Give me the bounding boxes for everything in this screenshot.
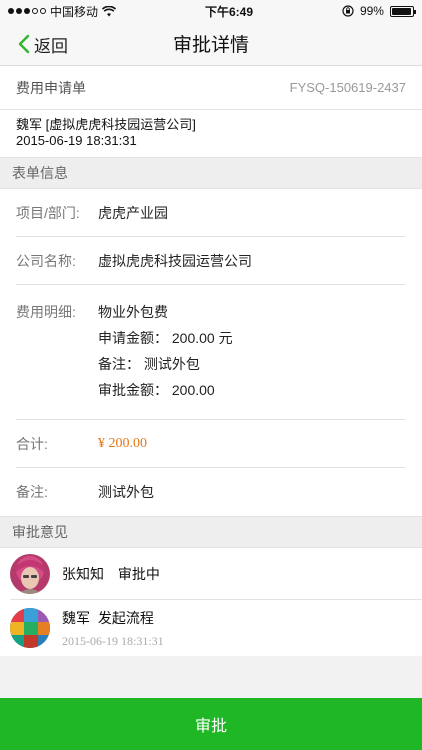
form-section-title: 表单信息 — [0, 157, 422, 189]
project-value: 虎虎产业园 — [98, 204, 168, 221]
detail-item: 物业外包费 — [98, 304, 168, 320]
status-right: 99% — [342, 4, 416, 18]
remark-value: 测试外包 — [98, 484, 154, 500]
applicant-info: 魏军 [虚拟虎虎科技园运营公司] 2015-06-19 18:31:31 — [0, 110, 422, 157]
total-label: 合计: — [16, 435, 48, 452]
rotation-lock-icon — [342, 5, 354, 17]
detail-remark: 备注： 测试外包 — [98, 356, 200, 372]
avatar — [10, 608, 50, 648]
approver-name: 张知知 — [62, 565, 104, 582]
remark-label: 备注: — [16, 484, 48, 500]
status-bar: 中国移动 下午6:49 99% — [0, 0, 422, 22]
status-time: 下午6:49 — [204, 4, 253, 19]
approver-name-line: 张知知 审批中 — [62, 564, 160, 584]
total-amount: ¥ 200.00 — [98, 435, 147, 451]
document-type: 费用申请单 — [16, 79, 86, 96]
detail-label: 费用明细: — [16, 304, 76, 320]
carrier-label: 中国移动 — [50, 4, 99, 19]
document-number: FYSQ-150619-2437 — [289, 80, 406, 95]
company-row: 公司名称: 虚拟虎虎科技园运营公司 — [16, 237, 406, 285]
company-value: 虚拟虎虎科技园运营公司 — [98, 252, 252, 269]
approver-status: 发起流程 — [97, 609, 154, 626]
opinion-section-title: 审批意见 — [0, 516, 422, 548]
approver-name: 魏军 — [62, 609, 90, 626]
avatar — [10, 553, 50, 594]
approver-item[interactable]: 魏军 发起流程 2015-06-19 18:31:31 — [10, 600, 422, 656]
approver-status: 审批中 — [117, 565, 160, 582]
signal-icon — [8, 8, 46, 14]
detail-apply-amount: 申请金额： 200.00 元 — [98, 330, 233, 346]
back-button[interactable]: 返回 — [18, 22, 68, 66]
company-label: 公司名称: — [16, 252, 76, 269]
battery-icon — [389, 5, 416, 17]
project-label: 项目/部门: — [16, 204, 80, 221]
status-left: 中国移动 — [8, 3, 117, 20]
remark-row: 备注: 测试外包 — [16, 468, 406, 516]
opinion-section: 张知知 审批中 魏军 发起流程 2015-06-19 18:31:31 — [0, 548, 422, 656]
back-label: 返回 — [34, 36, 68, 56]
wifi-icon — [102, 5, 117, 16]
battery-percent: 99% — [359, 4, 384, 18]
detail-approve-amount: 审批金额： 200.00 — [98, 382, 215, 398]
document-type-row: 费用申请单 FYSQ-150619-2437 — [0, 66, 422, 110]
approver-item[interactable]: 张知知 审批中 — [10, 548, 422, 600]
document-header: 费用申请单 FYSQ-150619-2437 魏军 [虚拟虎虎科技园运营公司] … — [0, 66, 422, 157]
detail-lines: 物业外包费 申请金额： 200.00 元 备注： 测试外包 审批金额： 200.… — [98, 299, 233, 403]
total-row: 合计: ¥ 200.00 — [16, 420, 406, 468]
approver-name-line: 魏军 发起流程 — [62, 608, 164, 628]
navigation-bar: 返回 审批详情 — [0, 22, 422, 66]
form-section: 项目/部门: 虎虎产业园 公司名称: 虚拟虎虎科技园运营公司 费用明细: 物业外… — [0, 189, 422, 516]
applicant-date: 2015-06-19 18:31:31 — [16, 133, 137, 148]
approver-info: 魏军 发起流程 2015-06-19 18:31:31 — [62, 608, 164, 649]
applicant-name: 魏军 [虚拟虎虎科技园运营公司] — [16, 117, 196, 132]
approve-button[interactable]: 审批 — [0, 698, 422, 750]
expense-detail-row: 费用明细: 物业外包费 申请金额： 200.00 元 备注： 测试外包 审批金额… — [16, 285, 406, 420]
chevron-left-icon — [18, 34, 30, 54]
page-title: 审批详情 — [172, 35, 249, 56]
project-row: 项目/部门: 虎虎产业园 — [16, 189, 406, 237]
approver-time: 2015-06-19 18:31:31 — [62, 633, 164, 648]
